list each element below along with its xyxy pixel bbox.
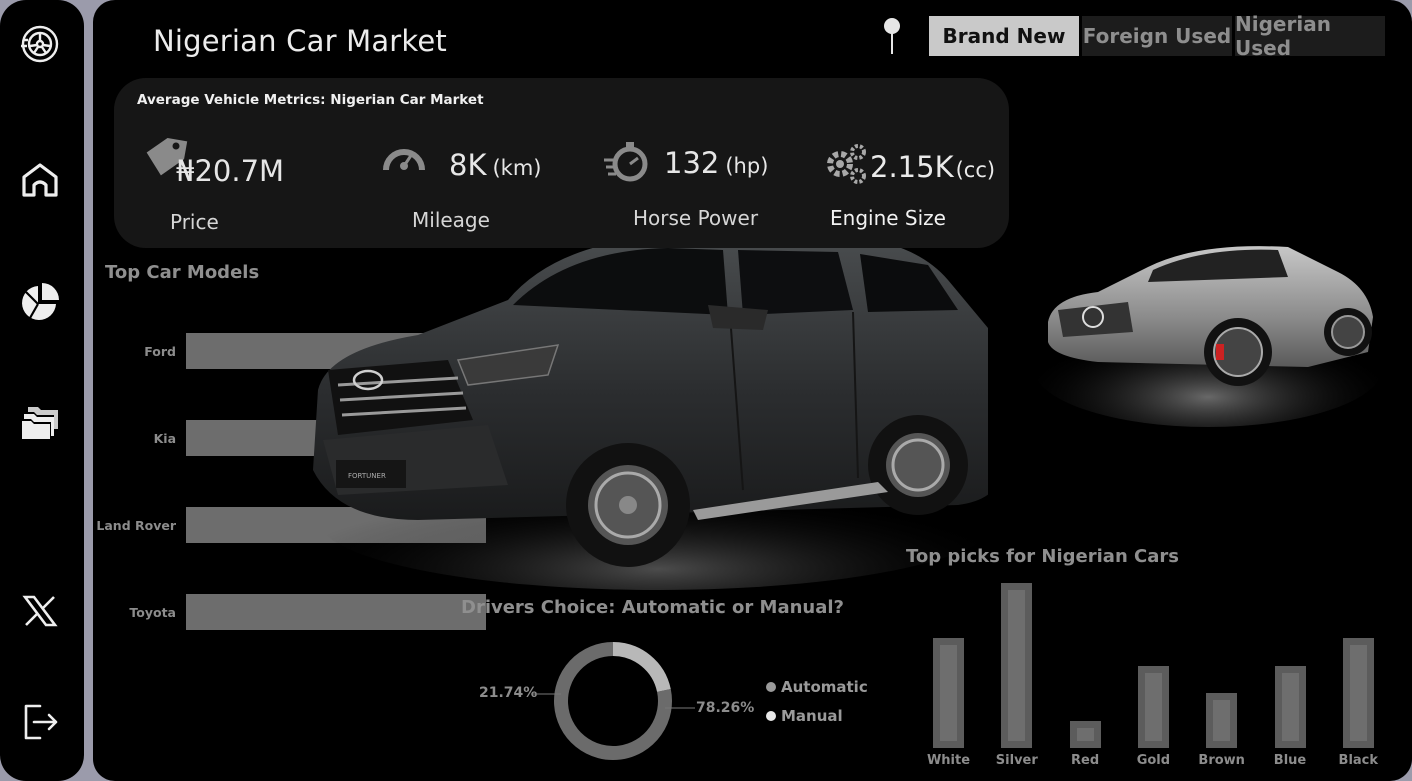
- x-logo-icon[interactable]: [16, 587, 64, 635]
- metrics-card-title: Average Vehicle Metrics: Nigerian Car Ma…: [137, 92, 484, 108]
- legend-manual[interactable]: Manual: [766, 707, 843, 725]
- horsepower-label: Horse Power: [633, 206, 759, 230]
- horsepower-value: 132 (hp): [664, 146, 768, 180]
- home-icon[interactable]: [16, 155, 64, 203]
- main-canvas: Nigerian Car Market Brand New Foreign Us…: [93, 0, 1412, 781]
- folders-icon[interactable]: [16, 397, 64, 445]
- top-car-models-title: Top Car Models: [105, 262, 260, 283]
- mileage-label: Mileage: [412, 208, 490, 232]
- top-picks-bar-fill: [1349, 645, 1367, 741]
- automatic-leader-line: [665, 707, 695, 709]
- market-tabs: Brand New Foreign Used Nigerian Used: [929, 12, 1385, 60]
- horsepower-number: 132: [664, 146, 720, 180]
- top-picks-bar-fill: [940, 645, 957, 741]
- automatic-percent-label: 78.26%: [696, 700, 755, 716]
- mercedes-gla-image: [1038, 246, 1378, 427]
- top-picks-tick-label: Red: [1071, 753, 1100, 768]
- legend-automatic-label: Automatic: [781, 678, 868, 696]
- top-picks-bar-fill: [1213, 700, 1231, 741]
- mileage-number: 8K: [449, 148, 487, 182]
- legend-manual-label: Manual: [781, 707, 843, 725]
- manual-leader-line: [531, 693, 561, 695]
- top-picks-tick-label: Blue: [1273, 753, 1307, 768]
- price-label: Price: [170, 210, 219, 234]
- top-picks-bar-fill: [1008, 590, 1026, 741]
- sidebar: [0, 0, 84, 781]
- top-picks-bar-fill: [1281, 672, 1299, 741]
- mileage-unit: (km): [492, 156, 542, 180]
- top-picks-tick-label: Silver: [995, 753, 1038, 768]
- top-models-tick-label: Land Rover: [96, 518, 176, 533]
- top-models-tick-label: Toyota: [129, 605, 176, 620]
- horsepower-unit: (hp): [725, 154, 769, 178]
- manual-percent-label: 21.74%: [479, 685, 538, 701]
- tab-nigerian-used[interactable]: Nigerian Used: [1235, 12, 1385, 60]
- map-pin-icon[interactable]: [881, 16, 903, 56]
- price-value: ₦20.7M: [176, 154, 285, 188]
- top-picks-bar-fill: [1144, 672, 1162, 741]
- top-picks-tick-label: White: [926, 753, 971, 768]
- donut-slice-manual[interactable]: [612, 642, 671, 693]
- engine-size-unit: (cc): [955, 158, 996, 182]
- tab-brand-new[interactable]: Brand New: [929, 16, 1079, 56]
- engine-size-number: 2.15K: [870, 150, 954, 184]
- engine-size-value: 2.15K(cc): [870, 150, 995, 184]
- mileage-value: 8K (km): [449, 148, 541, 182]
- top-models-tick-label: Kia: [153, 431, 176, 446]
- top-picks-tick-label: Brown: [1198, 753, 1245, 768]
- gears-icon: [827, 144, 866, 184]
- top-picks-bar-fill: [1076, 727, 1094, 741]
- logout-icon[interactable]: [16, 698, 64, 746]
- top-picks-tick-label: Gold: [1136, 753, 1171, 768]
- legend-manual-swatch: [766, 711, 776, 721]
- toyota-fortuner-image: FORTUNER: [313, 229, 988, 590]
- stopwatch-icon: [604, 142, 648, 182]
- wheel-logo-icon[interactable]: [16, 20, 64, 68]
- legend-automatic-swatch: [766, 682, 776, 692]
- dashboard: Nigerian Car Market Brand New Foreign Us…: [0, 0, 1412, 781]
- top-picks-title: Top picks for Nigerian Cars: [906, 546, 1179, 567]
- drivers-choice-title: Drivers Choice: Automatic or Manual?: [461, 597, 844, 618]
- svg-text:FORTUNER: FORTUNER: [348, 472, 386, 480]
- top-models-tick-label: Ford: [144, 344, 176, 359]
- legend-automatic[interactable]: Automatic: [766, 678, 868, 696]
- engine-size-label: Engine Size: [830, 206, 946, 230]
- odometer-icon: [383, 149, 425, 171]
- transmission-donut-chart: [554, 642, 672, 760]
- tab-foreign-used[interactable]: Foreign Used: [1082, 16, 1232, 56]
- page-title: Nigerian Car Market: [153, 24, 447, 58]
- top-picks-tick-label: Black: [1338, 753, 1379, 768]
- pie-chart-icon[interactable]: [16, 278, 64, 326]
- top-models-bar[interactable]: [186, 594, 486, 630]
- average-metrics-card: Average Vehicle Metrics: Nigerian Car Ma…: [114, 78, 1009, 248]
